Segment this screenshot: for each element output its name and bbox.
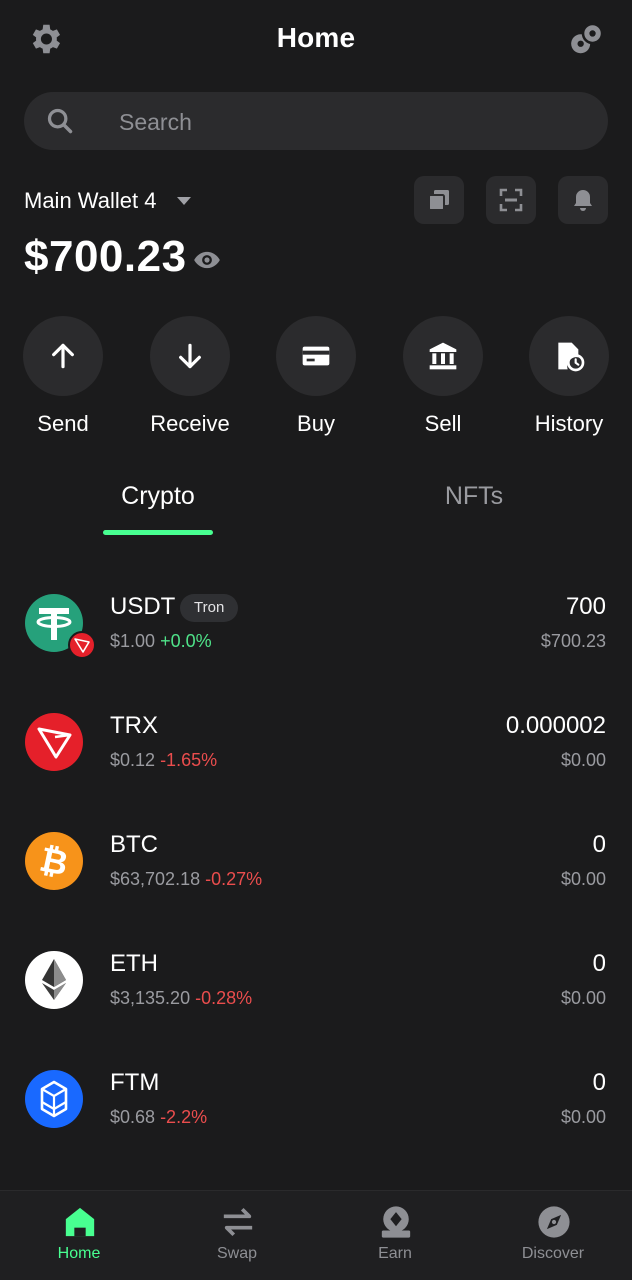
asset-amount: 700 xyxy=(565,593,606,620)
price-value: $3,135.20 xyxy=(110,988,191,1008)
price-value: $0.68 xyxy=(110,1107,156,1127)
asset-fiat-value: $0.00 xyxy=(560,869,606,889)
caret-down-icon xyxy=(177,197,191,205)
asset-row-ftm[interactable]: FTM $0.68 -2.2% 0 $0.00 xyxy=(0,1069,632,1149)
sell-button[interactable]: Sell xyxy=(383,316,503,446)
search-input[interactable]: Search xyxy=(24,92,608,150)
asset-symbol: TRX xyxy=(110,712,158,739)
nav-discover-label: Discover xyxy=(521,1245,585,1262)
sell-label: Sell xyxy=(424,411,462,436)
history-circle xyxy=(529,316,609,396)
send-label: Send xyxy=(37,411,89,436)
asset-row-usdt[interactable]: USDT Tron $1.00 +0.0% 700 $700.23 xyxy=(0,593,632,673)
price-value: $63,702.18 xyxy=(110,869,201,889)
nav-swap-label: Swap xyxy=(216,1245,258,1262)
asset-symbol: ETH xyxy=(110,950,158,977)
asset-price: $63,702.18 -0.27% xyxy=(110,869,262,890)
arrow-down-icon xyxy=(179,343,201,369)
tab-crypto[interactable]: Crypto xyxy=(78,482,238,511)
price-change: -0.27% xyxy=(205,869,263,889)
asset-row-eth[interactable]: ETH $3,135.20 -0.28% 0 $0.00 xyxy=(0,950,632,1030)
buy-button[interactable]: Buy xyxy=(256,316,376,446)
home-icon xyxy=(65,1207,95,1237)
ftm-logo xyxy=(24,1069,84,1129)
asset-amount: 0 xyxy=(592,950,606,977)
walletconnect-icon[interactable] xyxy=(568,20,606,58)
eth-logo xyxy=(24,950,84,1010)
top-bar: Home xyxy=(0,0,632,76)
receive-label: Receive xyxy=(150,411,230,436)
asset-fiat-value: $0.00 xyxy=(560,1107,606,1127)
asset-symbol: USDT xyxy=(110,593,176,620)
eye-icon[interactable] xyxy=(192,246,222,274)
btc-logo: ₿ xyxy=(24,831,84,891)
asset-row-btc[interactable]: ₿ BTC $63,702.18 -0.27% 0 $0.00 xyxy=(0,831,632,911)
price-change: -2.2% xyxy=(160,1107,208,1127)
page-title: Home xyxy=(276,22,356,53)
wallet-name: Main Wallet 4 xyxy=(24,188,157,213)
asset-price: $3,135.20 -0.28% xyxy=(110,988,252,1009)
price-value: $0.12 xyxy=(110,750,156,770)
copy-icon xyxy=(428,190,449,211)
notifications-button[interactable] xyxy=(558,176,608,224)
buy-label: Buy xyxy=(297,411,335,436)
asset-price: $0.68 -2.2% xyxy=(110,1107,207,1128)
credit-card-icon xyxy=(302,346,330,366)
network-tag: Tron xyxy=(180,594,239,622)
price-change: +0.0% xyxy=(160,631,212,651)
asset-price: $1.00 +0.0% xyxy=(110,631,212,652)
tab-nfts[interactable]: NFTs xyxy=(394,482,554,511)
asset-row-trx[interactable]: TRX $0.12 -1.65% 0.000002 $0.00 xyxy=(0,712,632,792)
asset-fiat-value: $0.00 xyxy=(560,988,606,1008)
receive-circle xyxy=(150,316,230,396)
bank-icon xyxy=(429,342,457,370)
swap-icon xyxy=(223,1207,253,1237)
nav-discover[interactable]: Discover xyxy=(474,1191,632,1280)
asset-fiat-value: $700.23 xyxy=(540,631,606,651)
scan-icon xyxy=(499,188,523,212)
asset-amount: 0 xyxy=(592,831,606,858)
bell-icon xyxy=(574,190,592,211)
send-button[interactable]: Send xyxy=(3,316,123,446)
wallet-balance: $700.23 xyxy=(24,232,187,281)
history-button[interactable]: History xyxy=(509,316,629,446)
history-label: History xyxy=(534,411,604,436)
send-circle xyxy=(23,316,103,396)
asset-price: $0.12 -1.65% xyxy=(110,750,217,771)
nav-swap[interactable]: Swap xyxy=(158,1191,316,1280)
nav-home[interactable]: Home xyxy=(0,1191,158,1280)
compass-icon xyxy=(538,1206,570,1238)
bottom-nav: Home Swap Earn Discover xyxy=(0,1190,632,1280)
price-value: $1.00 xyxy=(110,631,156,651)
scan-button[interactable] xyxy=(486,176,536,224)
nav-earn[interactable]: Earn xyxy=(316,1191,474,1280)
nav-earn-label: Earn xyxy=(378,1245,412,1262)
asset-symbol: FTM xyxy=(110,1069,160,1096)
buy-circle xyxy=(276,316,356,396)
arrow-up-icon xyxy=(52,343,74,369)
asset-symbol: BTC xyxy=(110,831,158,858)
tab-active-indicator xyxy=(103,530,213,535)
search-icon xyxy=(47,108,73,134)
search-placeholder: Search xyxy=(119,109,192,135)
receive-button[interactable]: Receive xyxy=(130,316,250,446)
tron-network-badge-icon xyxy=(68,631,96,659)
asset-fiat-value: $0.00 xyxy=(560,750,606,770)
history-icon xyxy=(558,342,585,372)
asset-amount: 0.000002 xyxy=(505,712,606,739)
sell-circle xyxy=(403,316,483,396)
price-change: -0.28% xyxy=(195,988,253,1008)
trx-logo xyxy=(24,712,84,772)
copy-address-button[interactable] xyxy=(414,176,464,224)
earn-icon xyxy=(381,1206,411,1238)
price-change: -1.65% xyxy=(160,750,218,770)
nav-home-label: Home xyxy=(57,1245,101,1262)
asset-amount: 0 xyxy=(592,1069,606,1096)
